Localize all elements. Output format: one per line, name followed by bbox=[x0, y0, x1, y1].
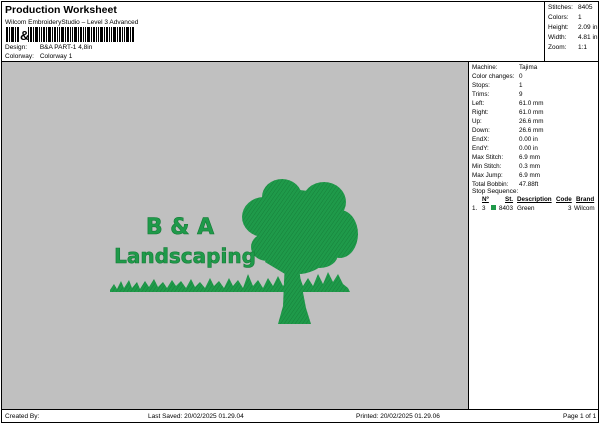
created-by: Created By: bbox=[5, 413, 40, 420]
info-endx: EndX: 0.00 in bbox=[472, 136, 538, 143]
info-machine: Machine: Tajima bbox=[472, 64, 538, 71]
row-brand: Wilcom bbox=[574, 205, 595, 212]
stat-colors: Colors: 1 bbox=[548, 14, 582, 21]
color-swatch bbox=[491, 205, 496, 210]
page-title: Production Worksheet bbox=[5, 4, 117, 16]
info-max-stitch: Max Stitch: 6.9 mm bbox=[472, 154, 540, 161]
row-description: Green bbox=[517, 205, 535, 212]
software-name: Wilcom EmbroideryStudio – Level 3 Advanc… bbox=[5, 19, 139, 26]
info-min-stitch: Min Stitch: 0.3 mm bbox=[472, 163, 540, 170]
stats-box: Stitches: 8405 Colors: 1 Height: 2.09 in Wi… bbox=[544, 2, 598, 62]
colorway-label: Colorway: bbox=[5, 53, 34, 60]
barcode: & bbox=[6, 27, 134, 42]
last-saved: Last Saved: 20/02/2025 01.29.04 bbox=[148, 413, 244, 420]
row-stitches: 8403 bbox=[499, 205, 514, 212]
stat-height: Height: 2.09 in bbox=[548, 24, 598, 31]
design-label: Design: bbox=[5, 44, 28, 51]
embroidery-design: B & A Landscaping bbox=[110, 179, 358, 324]
col-code: Code bbox=[556, 196, 572, 203]
info-left: Left: 61.0 mm bbox=[472, 100, 544, 107]
info-up: Up: 26.6 mm bbox=[472, 118, 544, 125]
printed-date: Printed: 20/02/2025 01.29.06 bbox=[356, 413, 440, 420]
stat-stitches: Stitches: 8405 bbox=[548, 4, 593, 11]
colorway-row: Colorway: Colorway 1 bbox=[5, 53, 72, 60]
design-text-line1: B & A bbox=[146, 215, 214, 240]
col-brand: Brand bbox=[576, 196, 595, 203]
machine-info-panel: Machine: Tajima Color changes: 0 Stops: 1 T… bbox=[470, 62, 598, 409]
stat-width: Width: 4.81 in bbox=[548, 34, 598, 41]
info-stops: Stops: 1 bbox=[472, 82, 523, 89]
info-endy: EndY: 0.00 in bbox=[472, 145, 538, 152]
footer: Created By: Last Saved: 20/02/2025 01.29… bbox=[2, 409, 598, 422]
info-right: Right: 61.0 mm bbox=[472, 109, 544, 116]
stop-sequence-title: Stop Sequence: bbox=[472, 188, 519, 195]
design-canvas[interactable]: B & A Landscaping bbox=[2, 62, 469, 409]
colorway-value: Colorway 1 bbox=[39, 53, 73, 60]
info-down: Down: 26.6 mm bbox=[472, 127, 544, 134]
col-description: Description bbox=[517, 196, 552, 203]
stop-sequence-header: Nº St. Description Code Brand bbox=[470, 196, 598, 205]
col-number: Nº bbox=[482, 196, 489, 203]
worksheet: Production Worksheet Wilcom EmbroiderySt… bbox=[1, 1, 599, 423]
info-total-bobbin: Total Bobbin: 47.88ft bbox=[472, 181, 539, 188]
page-number: Page 1 of 1 bbox=[563, 413, 597, 420]
design-value: B&A PART-1 4,8in bbox=[39, 44, 93, 51]
col-stitches: St. bbox=[505, 196, 514, 203]
row-index: 1. bbox=[472, 205, 478, 212]
grass bbox=[110, 272, 350, 292]
row-code: 3 bbox=[568, 205, 572, 212]
stop-sequence-row[interactable]: 1. 3 8403 Green 3 Wilcom bbox=[470, 205, 598, 214]
tree-canopy bbox=[242, 179, 358, 274]
row-needle: 3 bbox=[482, 205, 486, 212]
design-row: Design: B&A PART-1 4,8in bbox=[5, 44, 92, 51]
info-max-jump: Max Jump: 6.9 mm bbox=[472, 172, 540, 179]
design-text-line2: Landscaping bbox=[114, 244, 256, 268]
info-color-changes: Color changes: 0 bbox=[472, 73, 523, 80]
header: Production Worksheet Wilcom EmbroiderySt… bbox=[2, 2, 598, 62]
svg-text:&: & bbox=[20, 28, 29, 42]
stat-zoom: Zoom: 1:1 bbox=[548, 44, 588, 51]
info-trims: Trims: 9 bbox=[472, 91, 523, 98]
